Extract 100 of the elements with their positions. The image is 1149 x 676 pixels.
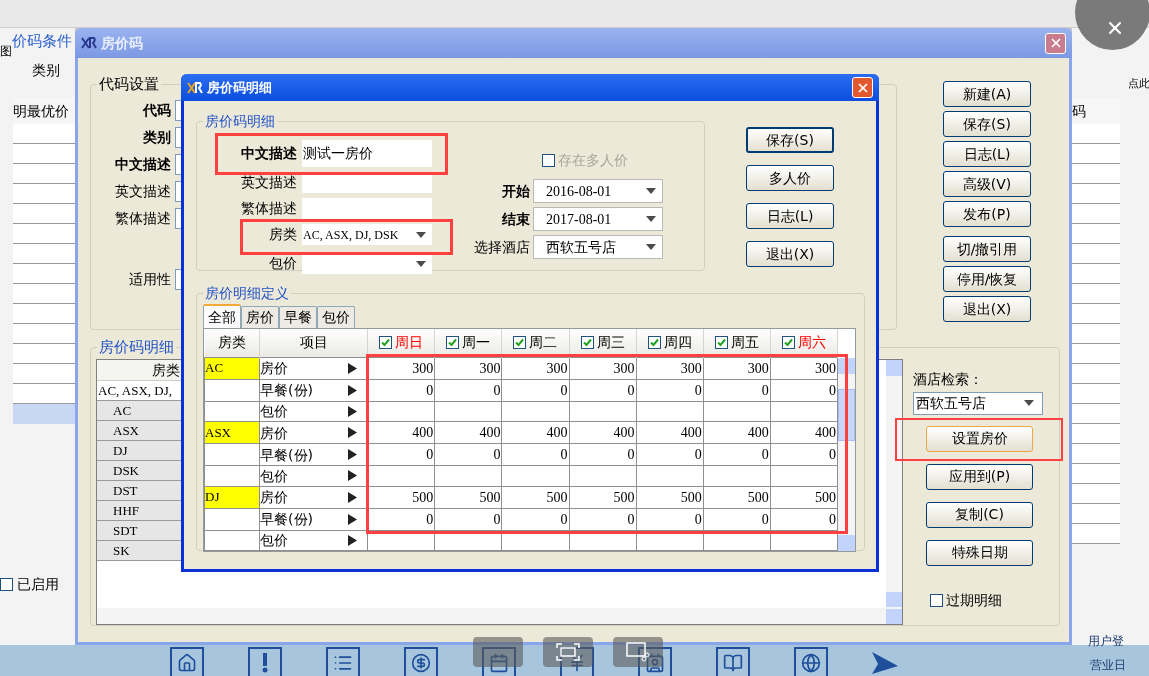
checkbox[interactable] bbox=[513, 336, 527, 350]
tab[interactable]: 房价 bbox=[241, 306, 279, 328]
dollar-icon[interactable] bbox=[411, 652, 431, 673]
table-row[interactable] bbox=[1072, 464, 1120, 484]
table-row[interactable] bbox=[1072, 124, 1120, 144]
action-button[interactable]: 退出(X) bbox=[943, 296, 1031, 322]
scroll-up-button[interactable] bbox=[886, 359, 902, 376]
table-cell[interactable]: 0 bbox=[829, 447, 836, 463]
fullscreen-button[interactable] bbox=[543, 637, 593, 667]
action-button[interactable]: 特殊日期 bbox=[926, 539, 1033, 566]
dropdown[interactable]: 西软五号店 bbox=[913, 391, 1043, 415]
action-button[interactable]: 新建(A) bbox=[943, 81, 1031, 107]
tab[interactable]: 包价 bbox=[317, 306, 355, 328]
action-button[interactable]: 多人价 bbox=[746, 165, 834, 191]
table-row[interactable] bbox=[13, 384, 75, 404]
table-row[interactable] bbox=[13, 284, 75, 304]
checkbox[interactable] bbox=[647, 336, 661, 350]
table-row[interactable] bbox=[13, 224, 75, 244]
checkbox[interactable] bbox=[714, 336, 728, 350]
checkbox[interactable] bbox=[580, 336, 594, 350]
input-field[interactable]: 测试一房价 bbox=[302, 140, 432, 167]
table-row[interactable] bbox=[13, 304, 75, 324]
table-cell[interactable]: 0 bbox=[560, 511, 568, 527]
table-cell[interactable]: 0 bbox=[694, 382, 702, 398]
table-row[interactable] bbox=[1072, 284, 1120, 304]
input-field[interactable] bbox=[302, 198, 432, 219]
table-cell[interactable]: 0 bbox=[761, 511, 769, 527]
table-row[interactable] bbox=[1072, 384, 1120, 404]
action-button[interactable]: 保存(S) bbox=[746, 127, 834, 153]
dropdown[interactable]: AC, ASX, DJ, DSK bbox=[302, 224, 432, 245]
dropdown[interactable]: 2016-08-01 bbox=[533, 179, 663, 203]
table-cell[interactable]: 0 bbox=[493, 511, 501, 527]
action-button[interactable]: 设置房价 bbox=[926, 425, 1033, 452]
table-row[interactable] bbox=[1072, 344, 1120, 364]
table-row[interactable] bbox=[1072, 244, 1120, 264]
action-button[interactable]: 保存(S) bbox=[943, 111, 1031, 137]
table-cell[interactable]: 0 bbox=[426, 382, 434, 398]
action-button[interactable]: 复制(C) bbox=[926, 501, 1033, 528]
table-cell[interactable]: 0 bbox=[761, 382, 769, 398]
table-row[interactable] bbox=[1072, 324, 1120, 344]
checkbox[interactable] bbox=[446, 336, 460, 350]
table-cell[interactable]: 0 bbox=[694, 511, 702, 527]
checkbox[interactable] bbox=[930, 593, 943, 607]
table-cell[interactable]: 0 bbox=[426, 447, 434, 463]
table-row[interactable] bbox=[1072, 524, 1120, 544]
dropdown[interactable]: 西软五号店 bbox=[533, 235, 663, 259]
calendar-icon[interactable] bbox=[489, 652, 509, 673]
checkbox[interactable] bbox=[379, 336, 393, 350]
contact-icon[interactable] bbox=[645, 652, 665, 673]
table-row[interactable] bbox=[13, 164, 75, 184]
table-cell[interactable]: 0 bbox=[829, 382, 836, 398]
dropdown[interactable] bbox=[302, 253, 432, 274]
table-row[interactable] bbox=[13, 184, 75, 204]
table-row[interactable] bbox=[1072, 264, 1120, 284]
table-cell[interactable]: 0 bbox=[761, 447, 769, 463]
table-cell[interactable]: 0 bbox=[493, 382, 501, 398]
horizontal-scrollbar[interactable] bbox=[97, 607, 886, 624]
table-cell[interactable]: 0 bbox=[560, 447, 568, 463]
table-row[interactable] bbox=[1072, 204, 1120, 224]
actual-size-button[interactable] bbox=[473, 637, 523, 667]
globe-icon[interactable] bbox=[801, 652, 821, 673]
home-icon[interactable] bbox=[177, 652, 197, 673]
checkbox[interactable] bbox=[781, 336, 795, 350]
table-row[interactable] bbox=[1072, 424, 1120, 444]
table-row[interactable] bbox=[13, 144, 75, 164]
scrollbar[interactable] bbox=[886, 359, 902, 624]
table-row[interactable] bbox=[1072, 144, 1120, 164]
exclamation-icon[interactable] bbox=[262, 652, 268, 673]
table-row[interactable] bbox=[13, 364, 75, 384]
table-row[interactable] bbox=[1072, 364, 1120, 384]
table-row[interactable] bbox=[1072, 404, 1120, 424]
table-row[interactable] bbox=[1072, 164, 1120, 184]
dropdown[interactable]: 2017-08-01 bbox=[533, 207, 663, 231]
table-row[interactable] bbox=[1072, 444, 1120, 464]
table-cell[interactable]: 0 bbox=[560, 382, 568, 398]
action-button[interactable]: 应用到(P) bbox=[926, 463, 1033, 490]
table-row[interactable] bbox=[13, 124, 75, 144]
screenshot-button[interactable] bbox=[613, 637, 663, 667]
table-cell[interactable]: 0 bbox=[627, 447, 635, 463]
table-row[interactable] bbox=[1072, 184, 1120, 204]
action-button[interactable]: 停用/恢复 bbox=[943, 266, 1031, 292]
table-cell[interactable]: 0 bbox=[627, 382, 635, 398]
close-button[interactable] bbox=[1045, 32, 1066, 54]
tab[interactable]: 早餐 bbox=[279, 306, 317, 328]
close-button[interactable] bbox=[852, 77, 873, 98]
action-button[interactable]: 高级(V) bbox=[943, 171, 1031, 197]
arrow-icon[interactable] bbox=[872, 652, 898, 674]
action-button[interactable]: 日志(L) bbox=[746, 203, 834, 229]
table-cell[interactable]: 0 bbox=[627, 511, 635, 527]
action-button[interactable]: 日志(L) bbox=[943, 141, 1031, 167]
table-row[interactable] bbox=[1072, 304, 1120, 324]
table-cell[interactable]: 0 bbox=[829, 511, 836, 527]
table-row[interactable] bbox=[1072, 484, 1120, 504]
horizontal-scrollbar[interactable] bbox=[13, 404, 75, 424]
table-row[interactable] bbox=[13, 344, 75, 364]
table-row[interactable] bbox=[13, 244, 75, 264]
tab[interactable]: 全部 bbox=[203, 304, 241, 328]
action-button[interactable]: 切/撤引用 bbox=[943, 236, 1031, 262]
checkbox[interactable] bbox=[0, 578, 13, 591]
table-row[interactable] bbox=[13, 204, 75, 224]
